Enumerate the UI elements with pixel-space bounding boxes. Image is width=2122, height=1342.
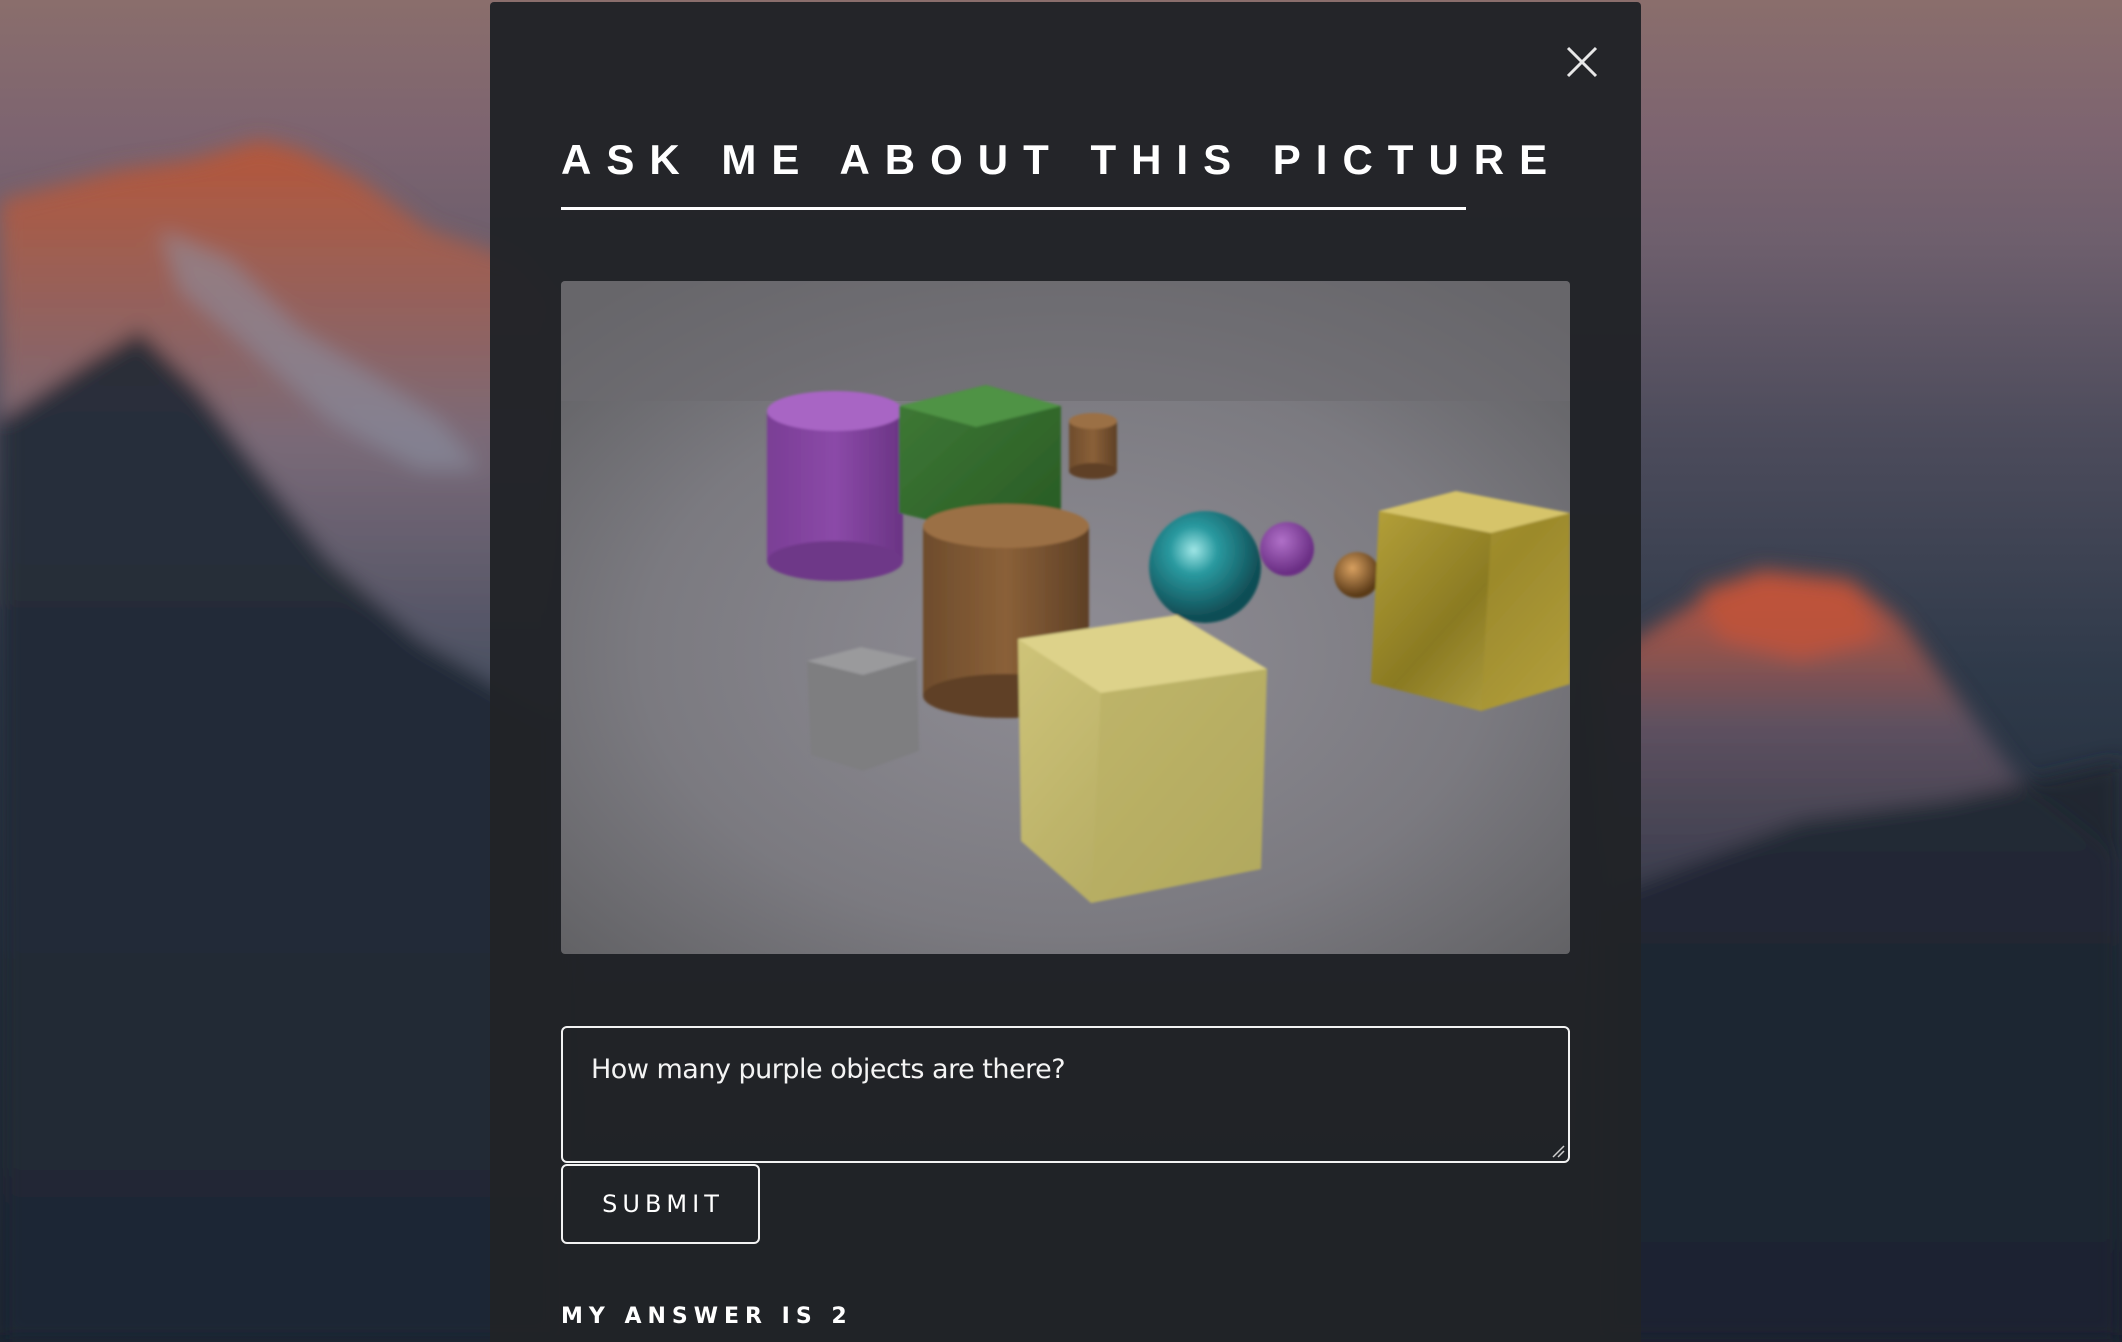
answer-text: MY ANSWER IS 2 [561, 1304, 853, 1329]
submit-button[interactable]: SUBMIT [561, 1164, 760, 1244]
close-button[interactable] [1562, 42, 1602, 82]
title-underline [561, 207, 1466, 210]
question-text: How many purple objects are there? [591, 1054, 1066, 1085]
ask-picture-modal: ASK ME ABOUT THIS PICTURE How many purpl… [490, 2, 1641, 1342]
question-input[interactable]: How many purple objects are there? [561, 1026, 1570, 1163]
resize-grip-icon[interactable] [1551, 1144, 1565, 1158]
close-icon [1566, 46, 1598, 78]
scene-image [561, 281, 1570, 954]
modal-title: ASK ME ABOUT THIS PICTURE [561, 136, 1563, 183]
rendered-objects-scene [561, 281, 1570, 954]
